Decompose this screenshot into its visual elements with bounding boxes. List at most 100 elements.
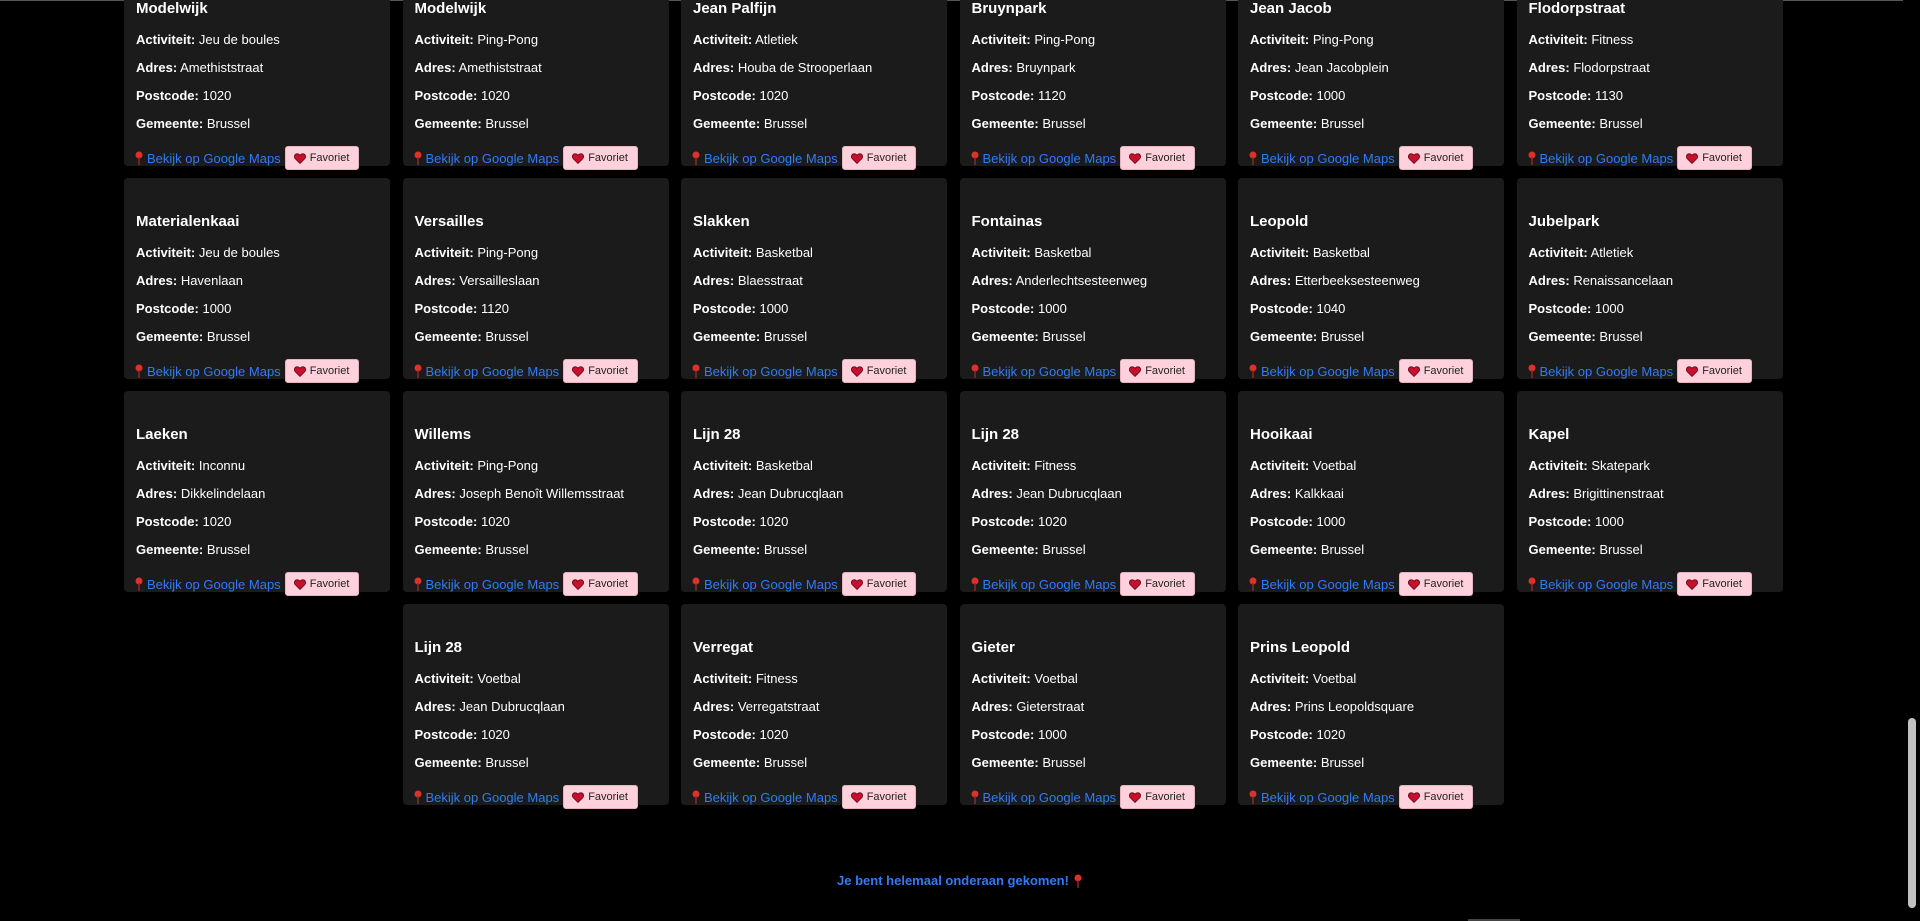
location-name: Bruynpark bbox=[971, 0, 1047, 17]
favorite-button[interactable]: Favoriet bbox=[1120, 572, 1195, 596]
google-maps-link[interactable]: Bekijk op Google Maps bbox=[1248, 577, 1395, 592]
activity-field: Activiteit: Voetbal bbox=[415, 671, 657, 686]
favorite-button[interactable]: Favoriet bbox=[1398, 146, 1474, 170]
favorite-button[interactable]: Favoriet bbox=[1398, 359, 1474, 383]
google-maps-link-label: Bekijk op Google Maps bbox=[704, 576, 838, 592]
municipality-label: Gemeente: bbox=[1250, 116, 1318, 131]
favorite-button[interactable]: Favoriet bbox=[563, 785, 638, 809]
map-pin-icon bbox=[414, 364, 421, 378]
favorite-button[interactable]: Favoriet bbox=[1120, 785, 1195, 809]
activity-label: Activiteit: bbox=[1250, 458, 1310, 473]
activity-field: Activiteit: Basketbal bbox=[693, 458, 935, 473]
postcode-value: 1000 bbox=[1594, 514, 1624, 529]
google-maps-link[interactable]: Bekijk op Google Maps bbox=[970, 789, 1117, 805]
end-of-list-text: Je bent helemaal onderaan gekomen! bbox=[837, 873, 1069, 888]
postcode-value: 1000 bbox=[1037, 727, 1067, 742]
heart-icon bbox=[850, 791, 863, 803]
favorite-button[interactable]: Favoriet bbox=[284, 359, 360, 383]
postcode-field: Postcode: 1020 bbox=[415, 88, 657, 103]
favorite-button[interactable]: Favoriet bbox=[1120, 146, 1195, 170]
municipality-value: Brussel bbox=[1320, 542, 1365, 557]
google-maps-link[interactable]: Bekijk op Google Maps bbox=[970, 577, 1116, 592]
google-maps-link[interactable]: Bekijk op Google Maps bbox=[413, 151, 559, 166]
activity-value: Fitness bbox=[1034, 458, 1077, 473]
google-maps-link[interactable]: Bekijk op Google Maps bbox=[691, 790, 838, 805]
google-maps-link[interactable]: Bekijk op Google Maps bbox=[970, 151, 1116, 166]
activity-label: Activiteit: bbox=[1528, 458, 1588, 473]
google-maps-link[interactable]: Bekijk op Google Maps bbox=[1527, 151, 1673, 166]
map-pin-icon bbox=[971, 364, 978, 378]
favorite-button[interactable]: Favoriet bbox=[284, 572, 360, 596]
activity-field: Activiteit: Inconnu bbox=[136, 458, 378, 473]
favorite-button[interactable]: Favoriet bbox=[563, 359, 638, 383]
google-maps-link[interactable]: Bekijk op Google Maps bbox=[1527, 364, 1673, 379]
google-maps-link[interactable]: Bekijk op Google Maps bbox=[1248, 364, 1395, 379]
google-maps-link[interactable]: Bekijk op Google Maps bbox=[691, 577, 838, 592]
google-maps-link[interactable]: Bekijk op Google Maps bbox=[413, 364, 559, 379]
favorite-button-label: Favoriet bbox=[309, 578, 350, 590]
address-field: Adres: Amethiststraat bbox=[415, 60, 657, 75]
favorite-button[interactable]: Favoriet bbox=[841, 359, 917, 383]
address-label: Adres: bbox=[136, 273, 178, 288]
postcode-label: Postcode: bbox=[1250, 514, 1313, 529]
favorite-button[interactable]: Favoriet bbox=[841, 572, 917, 596]
card-actions: Bekijk op Google Maps Favoriet bbox=[1248, 146, 1474, 170]
favorite-button[interactable]: Favoriet bbox=[1120, 359, 1195, 383]
favorite-button[interactable]: Favoriet bbox=[563, 146, 638, 170]
google-maps-link[interactable]: Bekijk op Google Maps bbox=[1527, 577, 1673, 592]
activity-field: Activiteit: Atletiek bbox=[1529, 245, 1771, 260]
activity-field: Activiteit: Ping-Pong bbox=[415, 32, 657, 47]
address-value: Jean Dubrucqlaan bbox=[1016, 486, 1122, 501]
google-maps-link[interactable]: Bekijk op Google Maps bbox=[134, 364, 281, 379]
activity-label: Activiteit: bbox=[693, 245, 753, 260]
card-actions: Bekijk op Google Maps Favoriet bbox=[413, 146, 638, 170]
google-maps-link-label: Bekijk op Google Maps bbox=[982, 789, 1117, 805]
google-maps-link[interactable]: Bekijk op Google Maps bbox=[413, 790, 559, 805]
municipality-field: Gemeente: Brussel bbox=[972, 542, 1214, 557]
vertical-scrollbar[interactable] bbox=[1903, 0, 1920, 921]
google-maps-link[interactable]: Bekijk op Google Maps bbox=[691, 151, 838, 166]
postcode-field: Postcode: 1000 bbox=[1250, 88, 1492, 103]
activity-value: Skatepark bbox=[1591, 458, 1650, 473]
scrollbar-thumb[interactable] bbox=[1908, 718, 1916, 908]
address-value: Prins Leopoldsquare bbox=[1294, 699, 1415, 714]
google-maps-link[interactable]: Bekijk op Google Maps bbox=[1248, 790, 1395, 805]
postcode-field: Postcode: 1130 bbox=[1529, 88, 1771, 103]
favorite-button[interactable]: Favoriet bbox=[841, 785, 917, 809]
favorite-button[interactable]: Favoriet bbox=[1677, 359, 1752, 383]
address-field: Adres: Flodorpstraat bbox=[1529, 60, 1771, 75]
postcode-field: Postcode: 1020 bbox=[136, 88, 378, 103]
activity-value: Jeu de boules bbox=[198, 245, 280, 260]
favorite-button[interactable]: Favoriet bbox=[841, 146, 917, 170]
location-card: Flodorpstraat Activiteit: Fitness Adres:… bbox=[1516, 0, 1783, 170]
activity-field: Activiteit: Fitness bbox=[1529, 32, 1771, 47]
location-card: Hooikaai Activiteit: Voetbal Adres: Kalk… bbox=[1238, 391, 1504, 596]
municipality-field: Gemeente: Brussel bbox=[1250, 755, 1492, 770]
google-maps-link[interactable]: Bekijk op Google Maps bbox=[134, 151, 281, 166]
favorite-button[interactable]: Favoriet bbox=[1398, 785, 1474, 809]
activity-field: Activiteit: Ping-Pong bbox=[1250, 32, 1492, 47]
favorite-button[interactable]: Favoriet bbox=[1677, 146, 1752, 170]
activity-value: Atletiek bbox=[1590, 245, 1634, 260]
favorite-button-label: Favoriet bbox=[1423, 365, 1464, 377]
favorite-button[interactable]: Favoriet bbox=[1398, 572, 1474, 596]
favorite-button[interactable]: Favoriet bbox=[1677, 572, 1752, 596]
postcode-label: Postcode: bbox=[693, 514, 756, 529]
google-maps-link[interactable]: Bekijk op Google Maps bbox=[134, 577, 281, 592]
favorite-button[interactable]: Favoriet bbox=[284, 146, 360, 170]
municipality-field: Gemeente: Brussel bbox=[1250, 116, 1492, 131]
sports-location-grid: Modelwijk Activiteit: Jeu de boules Adre… bbox=[124, 0, 1783, 809]
card-actions: Bekijk op Google Maps Favoriet bbox=[413, 359, 638, 383]
address-label: Adres: bbox=[1528, 60, 1570, 75]
google-maps-link[interactable]: Bekijk op Google Maps bbox=[970, 364, 1116, 379]
google-maps-link[interactable]: Bekijk op Google Maps bbox=[691, 364, 838, 379]
page-viewport: Modelwijk Activiteit: Jeu de boules Adre… bbox=[0, 0, 1920, 921]
postcode-value: 1040 bbox=[1316, 301, 1346, 316]
activity-value: Ping-Pong bbox=[1034, 32, 1096, 47]
map-pin-icon bbox=[135, 151, 143, 165]
favorite-button[interactable]: Favoriet bbox=[563, 572, 638, 596]
google-maps-link[interactable]: Bekijk op Google Maps bbox=[1248, 151, 1395, 166]
activity-field: Activiteit: Basketbal bbox=[693, 245, 935, 260]
google-maps-link[interactable]: Bekijk op Google Maps bbox=[413, 577, 559, 592]
address-label: Adres: bbox=[1250, 486, 1292, 501]
